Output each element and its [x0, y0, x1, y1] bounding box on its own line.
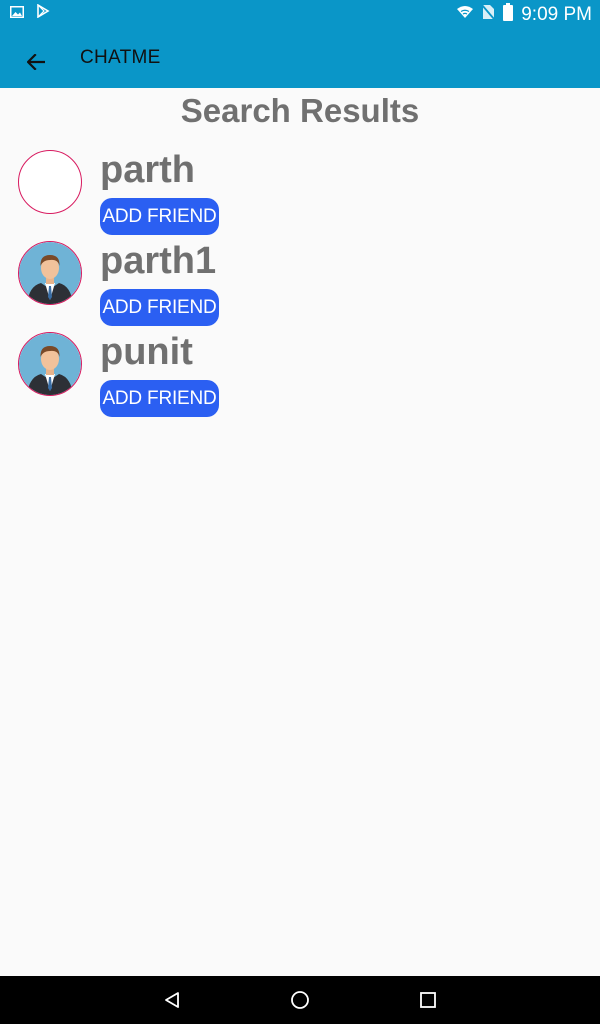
man-in-suit-icon	[19, 333, 81, 395]
username: parth1	[100, 240, 217, 282]
username: parth	[100, 149, 195, 191]
list-item: punit ADD FRIEND	[0, 331, 600, 422]
nav-recents-button[interactable]	[412, 984, 444, 1016]
wifi-icon	[456, 5, 474, 24]
recents-square-icon	[420, 992, 436, 1008]
add-friend-button[interactable]: ADD FRIEND	[100, 380, 219, 417]
app-title: CHATME	[80, 47, 161, 68]
list-item: parth ADD FRIEND	[0, 149, 600, 240]
status-left	[10, 3, 50, 23]
home-circle-icon	[291, 991, 309, 1009]
arrow-back-icon	[27, 54, 45, 70]
battery-icon	[503, 3, 514, 26]
app-bar: CHATME	[0, 32, 600, 88]
avatar[interactable]	[18, 332, 82, 396]
image-icon	[10, 5, 24, 23]
no-sim-icon	[481, 4, 495, 25]
add-friend-button[interactable]: ADD FRIEND	[100, 198, 219, 235]
avatar[interactable]	[18, 150, 82, 214]
status-time: 9:09 PM	[521, 3, 592, 25]
add-friend-button[interactable]: ADD FRIEND	[100, 289, 219, 326]
avatar[interactable]	[18, 241, 82, 305]
nav-bar	[0, 976, 600, 1024]
nav-home-button[interactable]	[284, 984, 316, 1016]
play-store-icon	[36, 3, 50, 23]
back-triangle-icon	[165, 992, 179, 1008]
man-in-suit-icon	[19, 242, 81, 304]
nav-back-button[interactable]	[156, 984, 188, 1016]
list-item: parth1 ADD FRIEND	[0, 240, 600, 331]
status-right: 9:09 PM	[456, 3, 592, 26]
main-content: Search Results parth ADD FRIEND parth1 A…	[0, 88, 600, 976]
page-title: Search Results	[180, 92, 420, 129]
back-button[interactable]	[18, 44, 54, 80]
status-bar: 9:09 PM	[0, 0, 600, 32]
username: punit	[100, 331, 193, 373]
